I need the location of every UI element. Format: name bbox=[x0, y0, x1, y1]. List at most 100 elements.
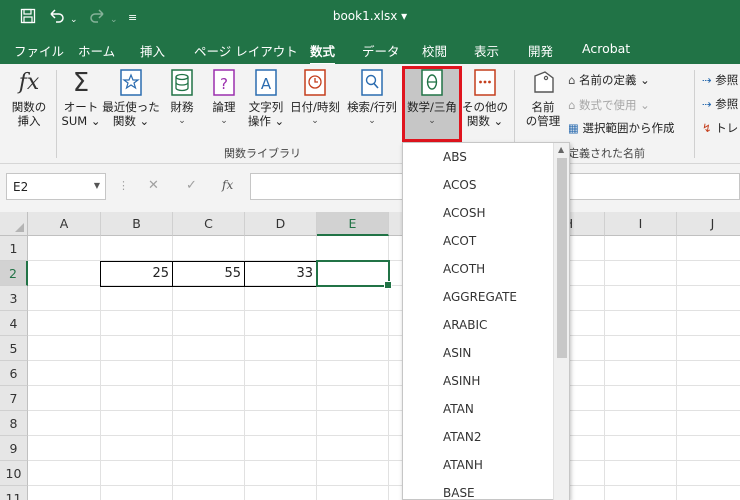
cell-d2[interactable]: 33 bbox=[244, 261, 317, 287]
trace-precedents-button[interactable]: ⇢ 参照 bbox=[702, 72, 738, 88]
svg-text:?: ? bbox=[220, 75, 228, 93]
scrollbar-thumb[interactable] bbox=[557, 158, 567, 358]
insert-function-button[interactable]: fx 関数の 挿入 bbox=[8, 68, 50, 128]
cancel-icon[interactable]: ✕ bbox=[148, 178, 159, 193]
function-item-atanh[interactable]: ATANH bbox=[443, 458, 483, 472]
tab-view[interactable]: 表示 bbox=[474, 41, 499, 60]
function-item-asinh[interactable]: ASINH bbox=[443, 374, 480, 388]
math-trig-button[interactable]: 数学/三角 ⌄ bbox=[403, 68, 461, 128]
tab-developer[interactable]: 開発 bbox=[528, 41, 553, 60]
column-header-c[interactable]: C bbox=[173, 212, 245, 236]
row-header-8[interactable]: 8 bbox=[0, 411, 28, 436]
defined-names-group-label: 定義された名前 bbox=[568, 147, 645, 160]
create-from-selection-label: 選択範囲から作成 bbox=[582, 121, 675, 135]
row-header-5[interactable]: 5 bbox=[0, 336, 28, 361]
trace-dependents-icon: ⇢ bbox=[702, 97, 712, 111]
row-header-3[interactable]: 3 bbox=[0, 286, 28, 311]
tab-data[interactable]: データ bbox=[362, 41, 400, 60]
name-manager-button[interactable]: 名前 の管理 bbox=[522, 68, 564, 128]
name-box[interactable]: E2 ▼ bbox=[6, 173, 106, 200]
function-item-atan2[interactable]: ATAN2 bbox=[443, 430, 482, 444]
gridline bbox=[28, 310, 740, 311]
tab-insert[interactable]: 挿入 bbox=[140, 41, 165, 60]
financial-chevron-icon: ⌄ bbox=[178, 116, 186, 126]
financial-button[interactable]: 財務 ⌄ bbox=[164, 68, 200, 128]
ribbon-tabs: ファイル ホーム 挿入 ページ レイアウト 数式 データ 校閲 表示 開発 Ac… bbox=[0, 34, 740, 65]
more-functions-button[interactable]: その他の 関数 ⌄ bbox=[462, 68, 508, 128]
row-header-10[interactable]: 10 bbox=[0, 461, 28, 486]
function-item-acos[interactable]: ACOS bbox=[443, 178, 476, 192]
function-item-arabic[interactable]: ARABIC bbox=[443, 318, 487, 332]
column-header-d[interactable]: D bbox=[245, 212, 317, 236]
theta-book-icon bbox=[418, 68, 446, 98]
trace-dependents-button[interactable]: ⇢ 参照 bbox=[702, 96, 738, 112]
gridline bbox=[28, 360, 740, 361]
name-box-dropdown-icon[interactable]: ▼ bbox=[94, 181, 100, 190]
tab-home[interactable]: ホーム bbox=[78, 41, 115, 60]
row-header-7[interactable]: 7 bbox=[0, 386, 28, 411]
dropdown-scrollbar[interactable]: ▲ bbox=[553, 143, 569, 500]
remove-arrows-button[interactable]: ↯ トレ bbox=[702, 120, 738, 136]
function-item-acoth[interactable]: ACOTH bbox=[443, 262, 485, 276]
lookup-reference-button[interactable]: 検索/行列 ⌄ bbox=[344, 68, 400, 128]
date-time-label-1: 日付/時刻 bbox=[290, 100, 340, 114]
recently-used-button[interactable]: 最近使った 関数 ⌄ bbox=[102, 68, 160, 128]
name-manager-label-2: の管理 bbox=[525, 114, 561, 128]
tab-file[interactable]: ファイル bbox=[14, 41, 64, 60]
function-item-acosh[interactable]: ACOSH bbox=[443, 206, 485, 220]
row-header-4[interactable]: 4 bbox=[0, 311, 28, 336]
create-from-selection-icon: ▦ bbox=[568, 121, 579, 135]
cell-e2-active[interactable] bbox=[316, 260, 392, 289]
column-header-b[interactable]: B bbox=[101, 212, 173, 236]
tab-acrobat[interactable]: Acrobat bbox=[582, 41, 630, 56]
column-header-i[interactable]: I bbox=[605, 212, 677, 236]
date-time-chevron-icon: ⌄ bbox=[311, 116, 319, 126]
gridline bbox=[28, 485, 740, 486]
enter-icon[interactable]: ✓ bbox=[186, 178, 197, 193]
gridline bbox=[28, 385, 740, 386]
function-item-abs[interactable]: ABS bbox=[443, 150, 467, 164]
insert-function-fx-icon[interactable]: fx bbox=[222, 178, 233, 192]
row-header-2[interactable]: 2 bbox=[0, 261, 28, 286]
question-book-icon: ? bbox=[210, 68, 238, 98]
more-functions-label-1: その他の bbox=[462, 100, 508, 114]
cell-c2[interactable]: 55 bbox=[172, 261, 245, 287]
select-all-button[interactable] bbox=[0, 212, 28, 236]
row-header-6[interactable]: 6 bbox=[0, 361, 28, 386]
column-header-e[interactable]: E bbox=[317, 212, 389, 236]
tab-review[interactable]: 校閲 bbox=[422, 41, 447, 60]
use-in-formula-button[interactable]: ⌂ 数式で使用 ⌄ bbox=[568, 97, 650, 113]
row-header-9[interactable]: 9 bbox=[0, 436, 28, 461]
row-header-1[interactable]: 1 bbox=[0, 236, 28, 261]
row-header-11[interactable]: 11 bbox=[0, 486, 28, 500]
gridline bbox=[28, 435, 740, 436]
tab-page-layout[interactable]: ページ レイアウト bbox=[194, 41, 298, 60]
define-name-label: 名前の定義 ⌄ bbox=[578, 73, 650, 87]
date-time-button[interactable]: 日付/時刻 ⌄ bbox=[288, 68, 342, 128]
logical-button[interactable]: ? 論理 ⌄ bbox=[206, 68, 242, 128]
scroll-up-arrow-icon[interactable]: ▲ bbox=[558, 145, 564, 154]
window-title[interactable]: book1.xlsx ▾ bbox=[0, 9, 740, 23]
math-trig-chevron-icon: ⌄ bbox=[428, 116, 436, 126]
gridline bbox=[28, 410, 740, 411]
autosum-button[interactable]: Σ オート SUM ⌄ bbox=[60, 68, 102, 128]
formula-bar: E2 ▼ ⋮ ✕ ✓ fx bbox=[0, 164, 740, 212]
function-item-asin[interactable]: ASIN bbox=[443, 346, 471, 360]
cell-b2[interactable]: 25 bbox=[100, 261, 173, 287]
create-from-selection-button[interactable]: ▦ 選択範囲から作成 bbox=[568, 120, 675, 136]
svg-text:A: A bbox=[261, 75, 272, 93]
function-item-acot[interactable]: ACOT bbox=[443, 234, 476, 248]
star-book-icon bbox=[117, 68, 145, 98]
worksheet-grid: A B C D E F G H I J 1 2 3 4 5 6 7 8 9 10… bbox=[0, 212, 740, 500]
tab-formulas[interactable]: 数式 bbox=[310, 41, 336, 65]
text-functions-label-2: 操作 ⌄ bbox=[247, 114, 285, 128]
function-item-base[interactable]: BASE bbox=[443, 486, 475, 499]
function-item-atan[interactable]: ATAN bbox=[443, 402, 474, 416]
column-header-j[interactable]: J bbox=[677, 212, 740, 236]
define-name-button[interactable]: ⌂ 名前の定義 ⌄ bbox=[568, 72, 650, 88]
function-item-aggregate[interactable]: AGGREGATE bbox=[443, 290, 517, 304]
fx-icon: fx bbox=[18, 70, 40, 95]
logical-label-1: 論理 bbox=[212, 100, 236, 114]
column-header-a[interactable]: A bbox=[28, 212, 101, 236]
text-functions-button[interactable]: A 文字列 操作 ⌄ bbox=[246, 68, 286, 128]
